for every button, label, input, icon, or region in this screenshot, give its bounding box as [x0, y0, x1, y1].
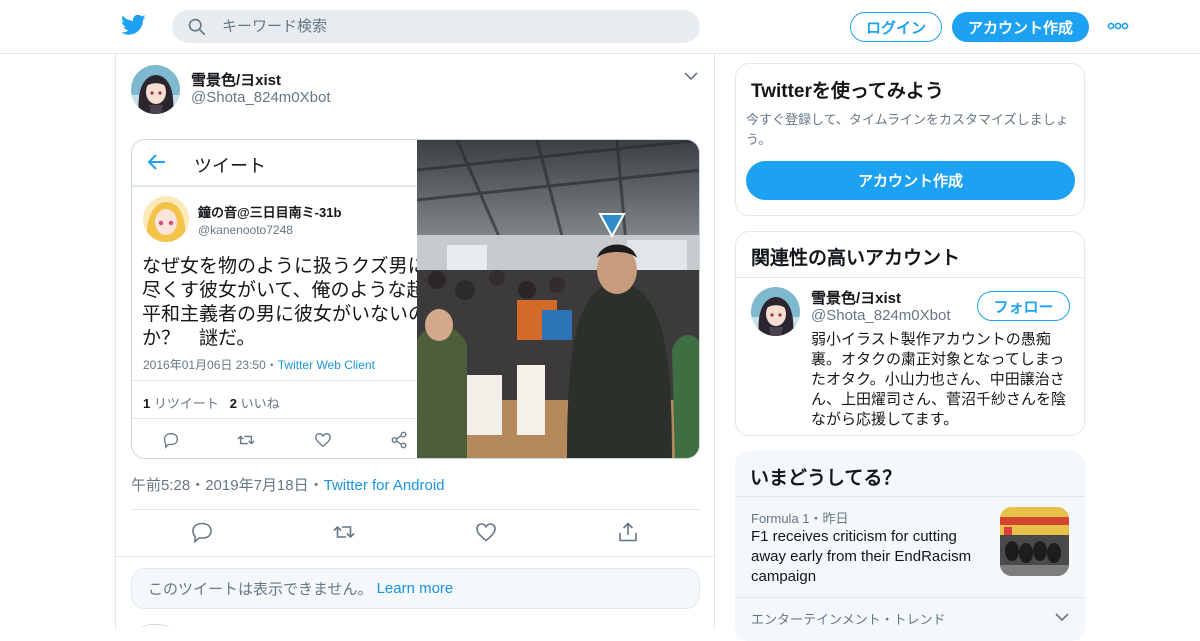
login-button[interactable]: ログイン [850, 12, 942, 42]
card-description: 今すぐ登録して、タイムラインをカスタマイズしましょう。 [746, 112, 1069, 147]
reply-icon [164, 433, 178, 449]
share-icon[interactable] [617, 521, 639, 543]
avatar[interactable] [751, 287, 800, 336]
trend-meta: Formula 1・昨日 [751, 508, 849, 527]
avatar-illustration-icon [131, 65, 180, 114]
screenshot-name: 鐘の音@三日目南ミ-31b [198, 205, 342, 220]
embedded-tweet-screenshot: ツイート 鐘の音@三日目南ミ-31b @kanenooto7248 なぜ女を物の… [132, 140, 427, 458]
unavailable-text: このツイートは表示できません。 [148, 581, 373, 598]
back-arrow-icon [148, 154, 165, 170]
tweet-media[interactable]: ツイート 鐘の音@三日目南ミ-31b @kanenooto7248 なぜ女を物の… [131, 139, 700, 459]
card-title: いまどうしてる？ [750, 468, 902, 489]
signup-button[interactable]: アカウント作成 [952, 12, 1089, 42]
related-account-name[interactable]: 雪景色/ヨxist [811, 287, 901, 308]
trend-headline[interactable]: F1 receives criticism for cutting away e… [751, 527, 987, 587]
search-input[interactable] [222, 18, 662, 35]
signup-prompt-card: Twitterを使ってみよう 今すぐ登録して、タイムラインをカスタマイズしましょ… [735, 63, 1085, 216]
separator-dot: ・ [308, 477, 324, 494]
separator-dot: ・ [809, 511, 823, 526]
retweet-count: 1 [143, 396, 151, 411]
trend-meta: エンターテインメント・トレンド [751, 612, 946, 627]
tweet-timestamp: 午前5:28・2019年7月18日・Twitter for Android [131, 474, 445, 495]
learn-more-link[interactable]: Learn more [377, 580, 454, 597]
screenshot-meta-client: Twitter Web Client [277, 358, 375, 372]
screenshot-stats: 1 リツイート 2 いいね [143, 393, 280, 412]
share-icon [391, 431, 407, 449]
tweet-display-name[interactable]: 雪景色/ヨxist [191, 69, 281, 90]
separator-dot: ・ [190, 477, 206, 494]
screenshot-tweet-text: なぜ女を物のように扱うクズ男に 尽くす彼女がいて、俺のような超 平和主義者の男に… [142, 256, 428, 349]
screenshot-avatar [143, 196, 189, 242]
divider [132, 418, 417, 419]
tweet-date[interactable]: 2019年7月18日 [205, 477, 308, 494]
avatar [140, 624, 170, 634]
divider [131, 509, 700, 510]
card-title: Twitterを使ってみよう [751, 81, 944, 102]
divider [116, 556, 714, 557]
card-title: 関連性の高いアカウント [751, 248, 961, 269]
convention-hall-photo [417, 140, 699, 458]
divider [736, 277, 1084, 278]
divider [735, 597, 1085, 598]
chevron-down-icon[interactable] [684, 71, 698, 81]
like-label: いいね [240, 396, 280, 411]
avatar-illustration-icon [751, 287, 800, 336]
search-icon [188, 18, 206, 35]
like-count: 2 [229, 396, 237, 411]
chevron-down-icon[interactable] [1055, 612, 1069, 622]
avatar[interactable] [131, 65, 180, 114]
search-bar[interactable] [172, 10, 700, 43]
screenshot-handle: @kanenooto7248 [198, 223, 293, 237]
trend-time: 昨日 [822, 511, 849, 526]
trends-card: いまどうしてる？ Formula 1・昨日 F1 receives critic… [735, 451, 1085, 641]
top-navigation-bar: ログイン アカウント作成 [0, 0, 1200, 54]
screenshot-meta-time: 2016年01月06日 23:50・ [143, 358, 278, 372]
reply-icon[interactable] [191, 521, 213, 543]
screenshot-header: ツイート [132, 140, 417, 187]
divider [735, 496, 1085, 497]
screenshot-header-title: ツイート [194, 156, 266, 176]
related-account-bio: 弱小イラスト製作アカウントの愚痴裏。オタクの粛正対象となってしまったオタク。小山… [811, 331, 1067, 428]
tweet-handle[interactable]: @Shota_824m0Xbot [191, 89, 331, 106]
retweet-icon[interactable] [333, 521, 355, 543]
tweet-time[interactable]: 午前5:28 [131, 477, 190, 494]
retweet-label: リツイート [153, 396, 219, 411]
follow-button[interactable]: フォロー [977, 291, 1070, 321]
signup-card-button[interactable]: アカウント作成 [746, 161, 1075, 200]
divider [132, 380, 417, 381]
like-icon[interactable] [475, 521, 497, 543]
tweet-client-link[interactable]: Twitter for Android [324, 477, 445, 494]
more-options-icon[interactable] [1107, 21, 1129, 31]
tweet-detail-column: 雪景色/ヨxist @Shota_824m0Xbot ツイート 鐘の音@三日目南… [115, 54, 715, 630]
unavailable-tweet-notice: このツイートは表示できません。 Learn more [131, 568, 700, 609]
like-icon [315, 433, 331, 448]
trend-photo-icon [1000, 507, 1069, 576]
related-accounts-card: 関連性の高いアカウント 雪景色/ヨxist @Shota_824m0Xbot フ… [735, 231, 1085, 436]
related-account-handle[interactable]: @Shota_824m0Xbot [811, 307, 951, 324]
trend-category: Formula 1 [751, 511, 810, 526]
photo-illustration-icon [417, 140, 699, 458]
trend-thumbnail[interactable] [1000, 507, 1069, 576]
twitter-bird-logo-icon[interactable] [121, 14, 146, 36]
retweet-icon [237, 435, 255, 445]
screenshot-meta: 2016年01月06日 23:50・Twitter Web Client [143, 356, 375, 373]
